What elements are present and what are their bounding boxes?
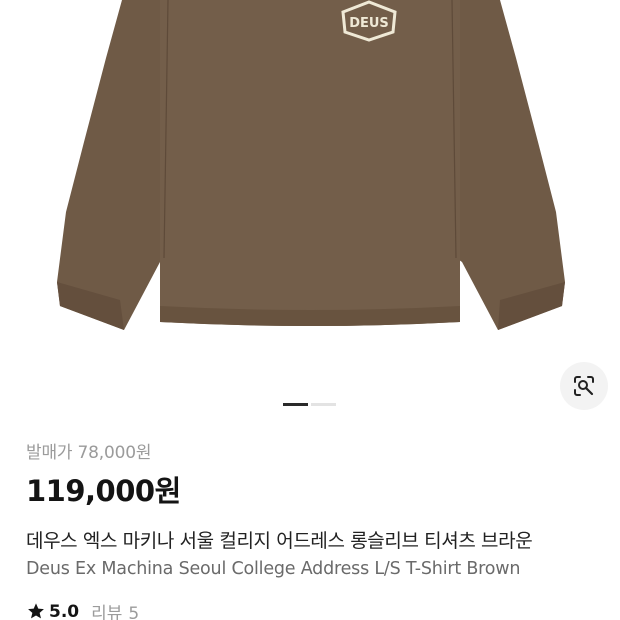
visual-search-button[interactable] xyxy=(560,362,608,410)
shirt-right-sleeve xyxy=(452,0,565,330)
product-name-english: Deus Ex Machina Seoul College Address L/… xyxy=(26,559,521,579)
shirt-body xyxy=(160,0,460,326)
visual-search-icon xyxy=(574,376,594,396)
retail-price-value: 78,000원 xyxy=(77,443,152,463)
deus-logo-text: DEUS xyxy=(349,16,389,31)
product-name-korean-text: 데우스 엑스 마키나 서울 컬리지 어드레스 롱슬리브 티셔츠 브라운 xyxy=(26,530,533,552)
product-image-carousel[interactable]: DEUS xyxy=(0,0,620,425)
current-price: 119,000원 xyxy=(26,474,181,508)
carousel-dot-active[interactable] xyxy=(283,403,308,406)
product-name-korean: 데우스 엑스 마키나 서울 컬리지 어드레스 롱슬리브 티셔츠 브라운 xyxy=(26,526,620,553)
reviews-link[interactable]: 리뷰 5 xyxy=(91,599,139,620)
retail-price-label: 발매가 xyxy=(26,443,73,463)
product-page: DEUS 발매가 78,000원 119,000원 데우스 엑스 마키나 서울 … xyxy=(0,0,620,620)
reviews-count: 5 xyxy=(128,604,140,620)
star-icon xyxy=(28,603,44,619)
carousel-dot[interactable] xyxy=(311,403,336,406)
rating-score: 5.0 xyxy=(49,601,80,620)
retail-price: 발매가 78,000원 xyxy=(26,438,151,463)
text-fade-overlay xyxy=(574,526,620,552)
reviews-label: 리뷰 xyxy=(91,604,123,620)
product-image[interactable]: DEUS xyxy=(0,0,620,425)
rating-summary: 5.0 리뷰 5 xyxy=(26,599,139,620)
shirt-left-sleeve xyxy=(57,0,168,330)
carousel-indicator xyxy=(283,403,336,406)
